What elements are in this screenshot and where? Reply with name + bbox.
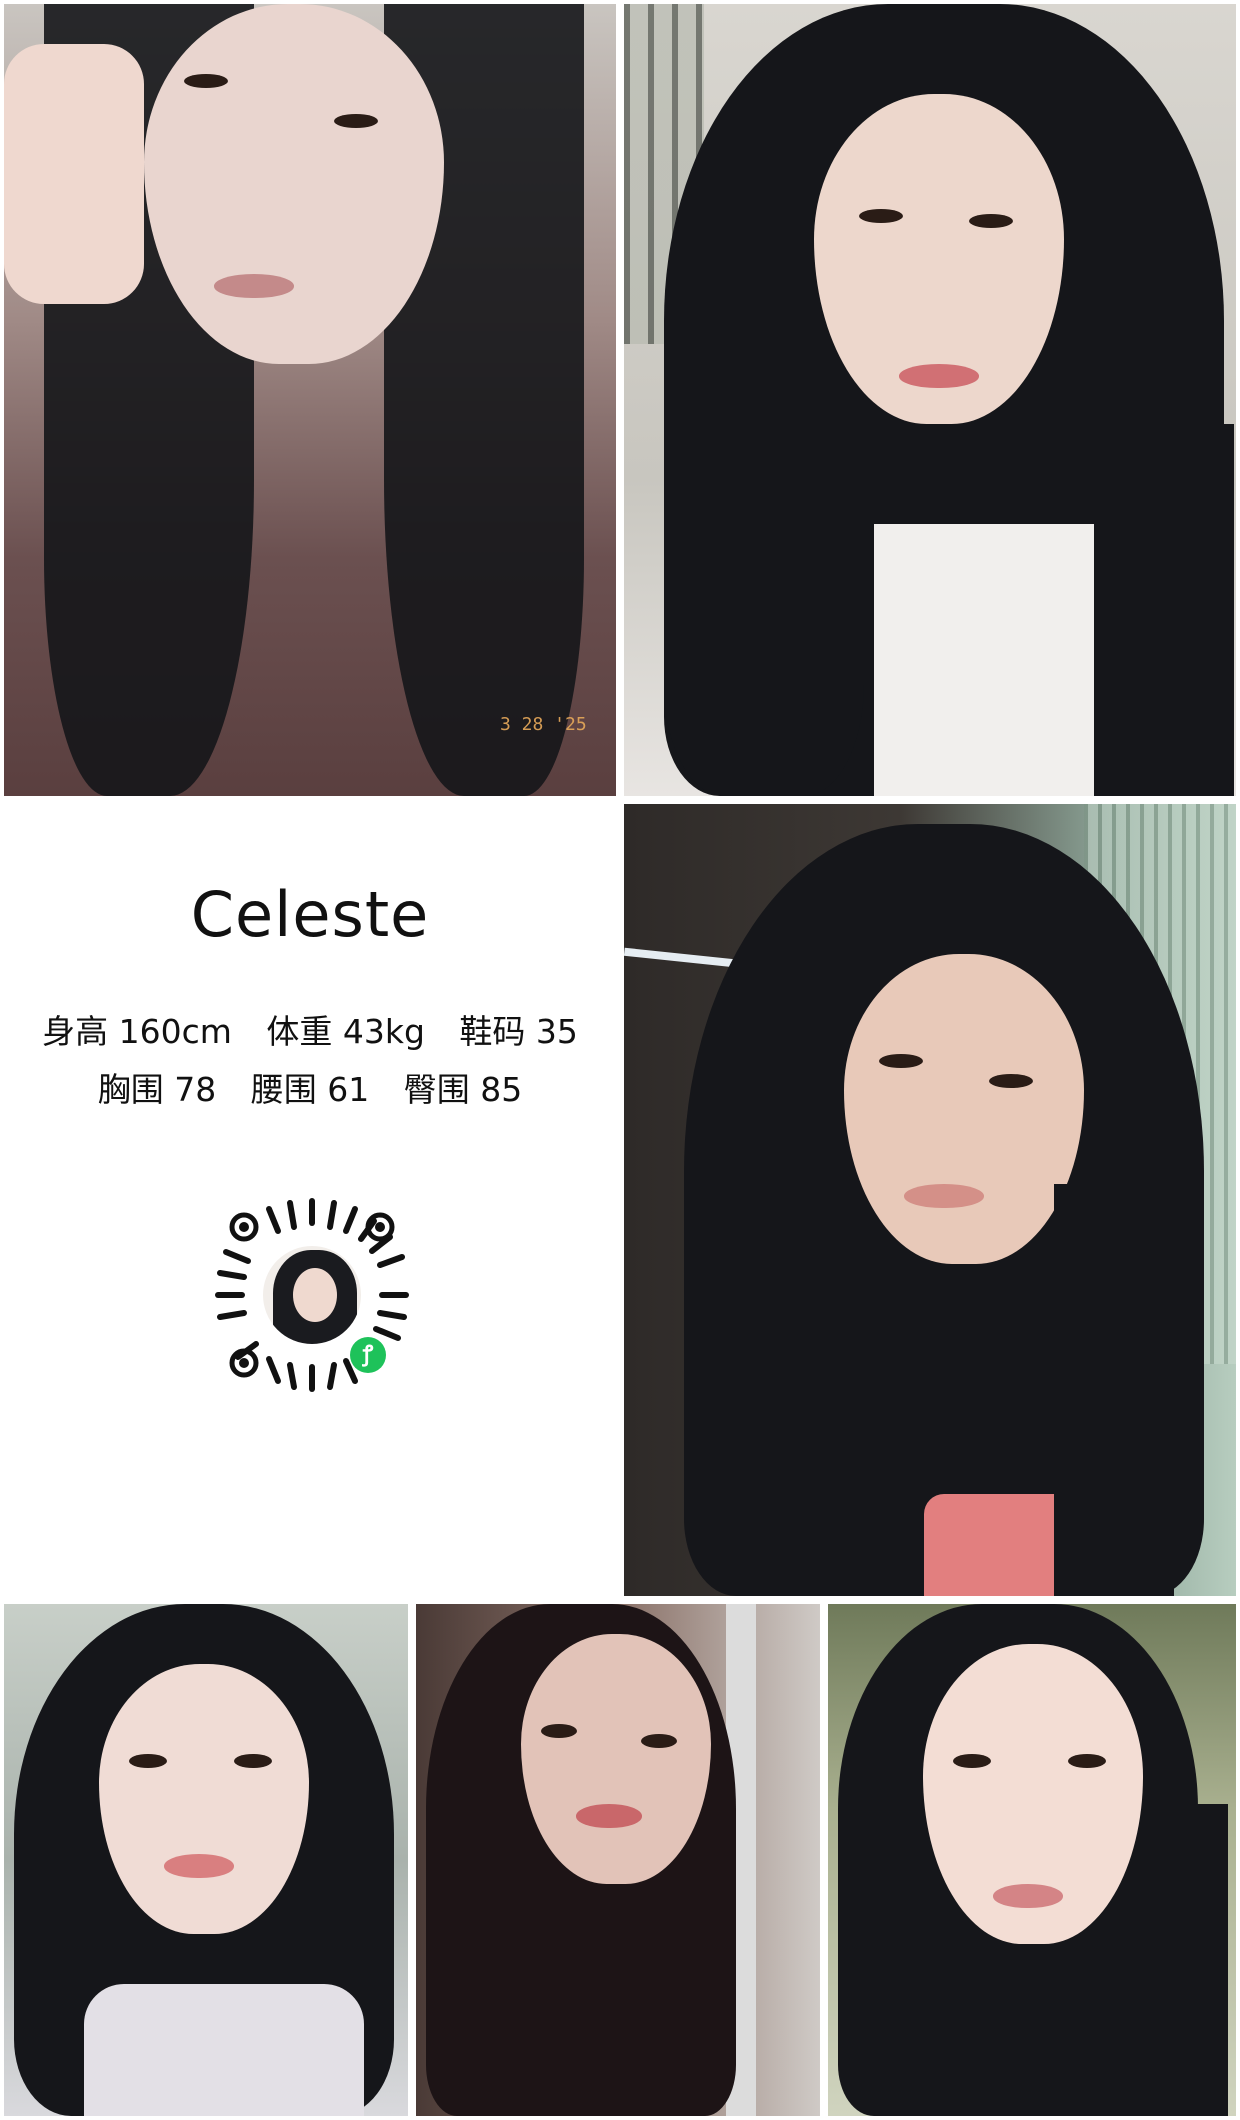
photo-bottom-left xyxy=(4,1604,408,2116)
photo-bottom-right xyxy=(828,1604,1236,2116)
model-name: Celeste xyxy=(190,878,430,951)
stats-line-2: 胸围 78 腰围 61 臀围 85 xyxy=(0,1063,620,1111)
date-stamp: 3 28 '25 xyxy=(500,714,587,735)
photo-sunlight xyxy=(624,804,1236,1596)
mini-program-icon: ꝭ xyxy=(350,1337,386,1373)
white-hoodie xyxy=(84,1984,364,2116)
stat-height: 身高 160cm xyxy=(42,1012,232,1051)
photo-bottom-middle xyxy=(416,1604,820,2116)
stat-hips: 臀围 85 xyxy=(403,1070,523,1109)
photo-window-bangs xyxy=(624,4,1236,796)
stat-weight: 体重 43kg xyxy=(266,1012,425,1051)
mini-program-qr-code[interactable]: ꝭ xyxy=(212,1195,412,1395)
stat-waist: 腰围 61 xyxy=(250,1070,370,1109)
profile-info-panel: Celeste 身高 160cm 体重 43kg 鞋码 35 胸围 78 腰围 … xyxy=(0,800,620,1600)
qr-avatar xyxy=(260,1243,364,1347)
stats-line-1: 身高 160cm 体重 43kg 鞋码 35 xyxy=(0,1005,620,1053)
stat-bust: 胸围 78 xyxy=(97,1070,217,1109)
stat-shoe-size: 鞋码 35 xyxy=(459,1012,578,1051)
hand xyxy=(4,44,144,304)
photo-selfie-hand: 3 28 '25 xyxy=(4,4,616,796)
